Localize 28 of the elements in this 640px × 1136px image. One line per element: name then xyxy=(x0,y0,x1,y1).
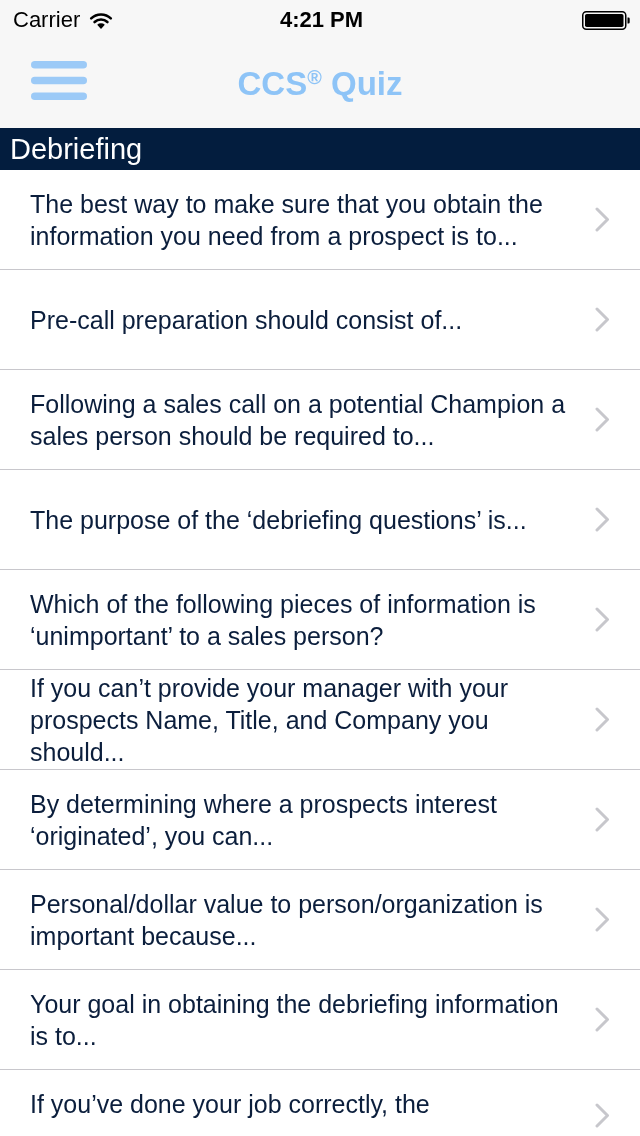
menu-button[interactable] xyxy=(30,60,88,100)
menu-icon xyxy=(31,60,87,100)
question-item[interactable]: Your goal in obtaining the debriefing information is to... xyxy=(0,970,640,1070)
chevron-icon xyxy=(595,607,610,632)
question-item[interactable]: By determining where a prospects interest ‘originated’, you can... xyxy=(0,770,640,870)
chevron-icon xyxy=(595,307,610,332)
status-time: 4:21 PM xyxy=(279,7,364,33)
battery-icon xyxy=(582,10,630,30)
section-title: Debriefing xyxy=(10,132,143,166)
question-item[interactable]: Which of the following pieces of information is ‘unimportant’ to a sales person? xyxy=(0,570,640,670)
question-item[interactable]: Personal/dollar value to person/organization is important because... xyxy=(0,870,640,970)
question-item[interactable]: Following a sales call on a potential Champion a sales person should be required to... xyxy=(0,370,640,470)
chevron-icon xyxy=(595,807,610,832)
carrier-name: Carrier xyxy=(13,7,81,33)
chevron-icon xyxy=(595,907,610,932)
chevron-icon xyxy=(595,207,610,232)
chevron-icon xyxy=(595,1103,610,1128)
question-item[interactable]: If you can’t provide your manager with your prospects Name, Title, and Company you should... xyxy=(0,670,640,770)
chevron-icon xyxy=(595,507,610,532)
chevron-icon xyxy=(595,1007,610,1032)
nav-title: CCS$^{®}$ Quiz xyxy=(237,65,403,103)
wifi-icon xyxy=(89,11,114,29)
question-item[interactable]: If you’ve done your job correctly, the xyxy=(0,1070,640,1136)
chevron-icon xyxy=(595,407,610,432)
question-item[interactable]: The purpose of the ‘debriefing questions’ is... xyxy=(0,470,640,570)
question-item[interactable]: Pre-call preparation should consist of... xyxy=(0,270,640,370)
chevron-icon xyxy=(595,707,610,732)
question-item[interactable]: The best way to make sure that you obtain the information you need from a prospect is to... xyxy=(0,170,640,270)
